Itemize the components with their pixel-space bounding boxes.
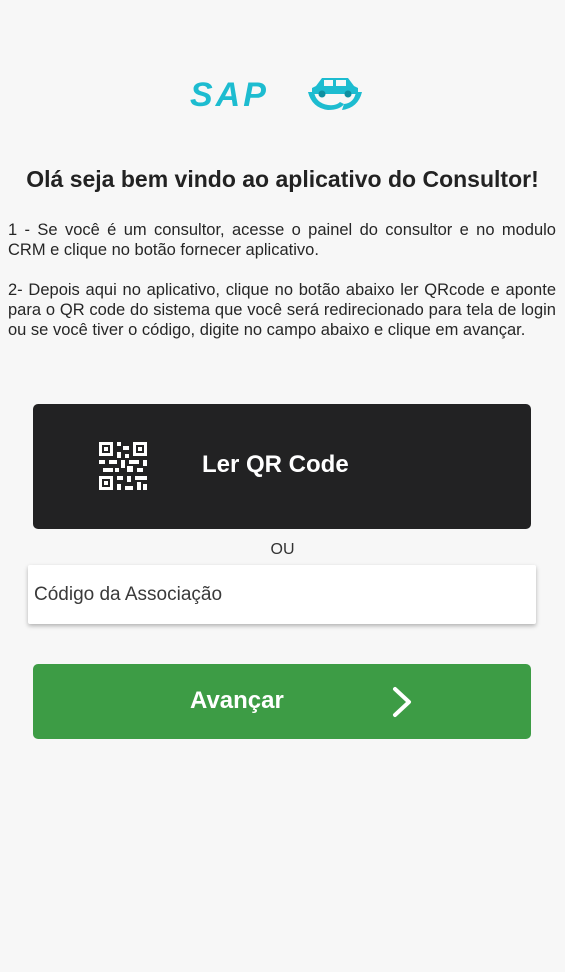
welcome-heading: Olá seja bem vindo ao aplicativo do Cons… (26, 166, 539, 192)
advance-button[interactable]: Avançar (33, 664, 531, 739)
read-qr-code-button[interactable]: Ler QR Code (33, 404, 531, 529)
logo-text: SAP (190, 76, 269, 114)
sap-logo-graphic: SAP (190, 76, 362, 114)
qr-code-icon (99, 442, 147, 490)
or-separator: OU (270, 541, 295, 558)
read-qr-code-label: Ler QR Code (202, 451, 349, 478)
instruction-step-2: 2- Depois aqui no aplicativo, clique no … (8, 281, 556, 339)
instruction-step-1: 1 - Se você é um consultor, acesse o pai… (8, 221, 556, 259)
association-code-input[interactable] (28, 565, 536, 624)
app-logo: SAP (190, 72, 365, 114)
chevron-right-icon (393, 687, 411, 717)
car-hands-icon (308, 78, 362, 110)
advance-label: Avançar (190, 687, 284, 714)
